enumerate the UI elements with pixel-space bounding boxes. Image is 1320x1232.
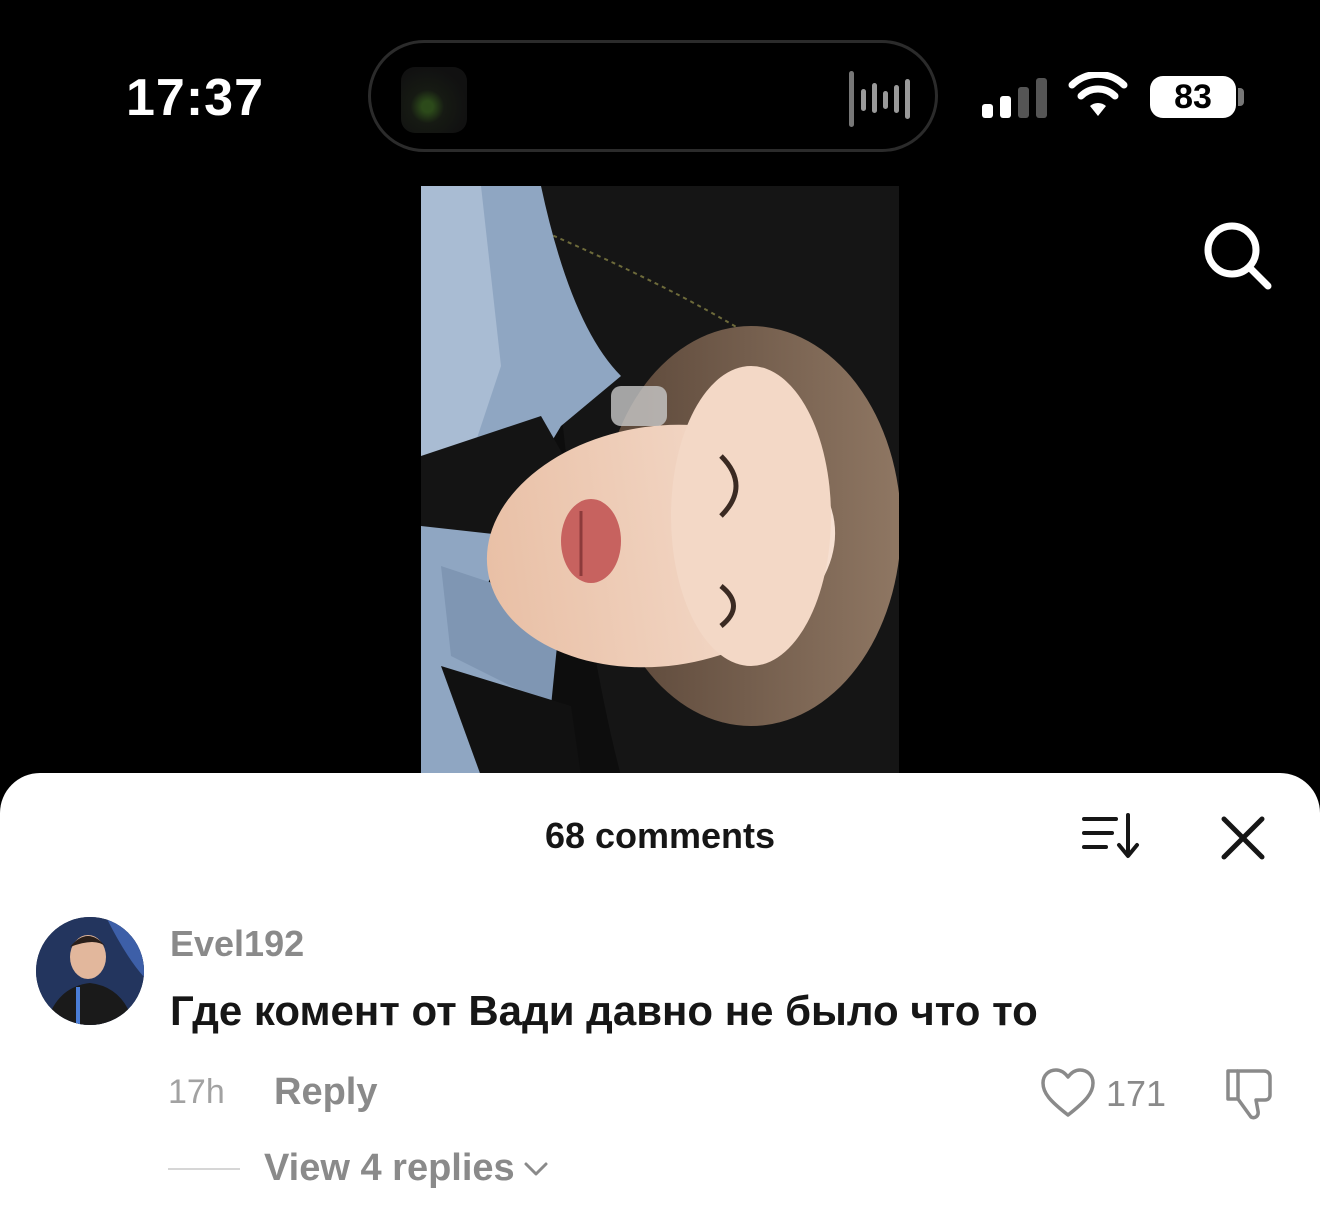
heart-icon[interactable] bbox=[1040, 1067, 1096, 1119]
reply-button[interactable]: Reply bbox=[274, 1071, 377, 1114]
replies-divider bbox=[168, 1168, 240, 1170]
comments-sheet: 68 comments Evel192 Где комент от Вади д… bbox=[0, 773, 1320, 1232]
audio-waveform-icon bbox=[849, 71, 910, 127]
comment-username[interactable]: Evel192 bbox=[170, 923, 304, 965]
wifi-icon bbox=[1068, 72, 1128, 116]
thumbs-down-icon[interactable] bbox=[1220, 1065, 1278, 1123]
avatar[interactable] bbox=[36, 917, 144, 1025]
comment-timestamp: 17h bbox=[168, 1073, 225, 1111]
battery-level: 83 bbox=[1174, 77, 1212, 116]
status-time: 17:37 bbox=[126, 69, 264, 127]
dynamic-island[interactable] bbox=[368, 40, 938, 152]
chevron-down-icon bbox=[524, 1162, 548, 1175]
search-icon[interactable] bbox=[1200, 218, 1274, 292]
now-playing-thumbnail bbox=[401, 67, 467, 133]
sort-icon[interactable] bbox=[1082, 813, 1140, 859]
view-replies-label: View 4 replies bbox=[264, 1147, 515, 1189]
like-count: 171 bbox=[1106, 1073, 1167, 1114]
view-replies-button[interactable]: View 4 replies bbox=[264, 1147, 549, 1190]
battery-indicator: 83 bbox=[1150, 76, 1236, 118]
battery-cap bbox=[1238, 88, 1244, 106]
video-frame-image bbox=[421, 186, 899, 776]
avatar-image bbox=[36, 917, 144, 1025]
video-thumbnail[interactable] bbox=[421, 186, 899, 776]
cellular-signal-icon bbox=[982, 78, 1047, 118]
comment-text: Где комент от Вади давно не было что то bbox=[170, 987, 1038, 1034]
close-icon[interactable] bbox=[1218, 813, 1268, 863]
